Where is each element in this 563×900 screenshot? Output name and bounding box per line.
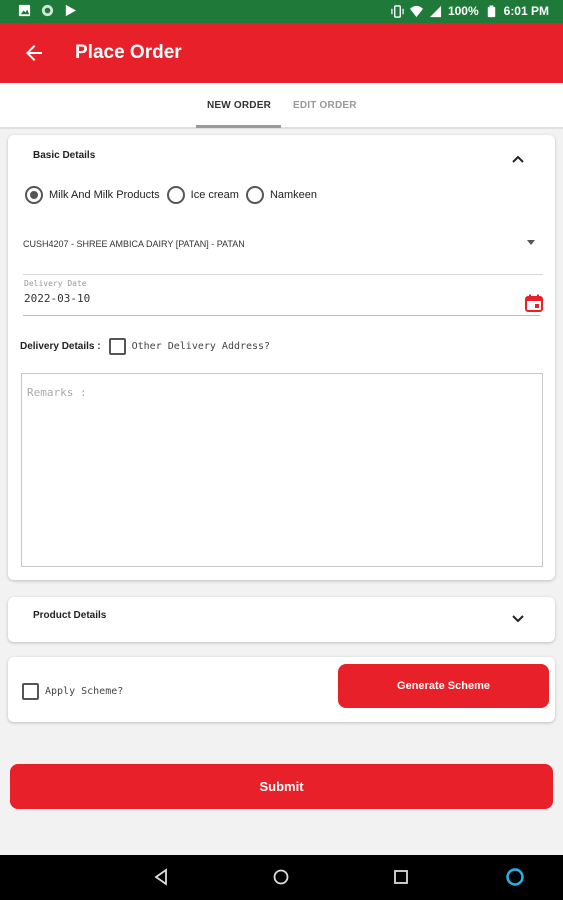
nav-recents-icon[interactable]: [392, 868, 410, 886]
nav-back-icon[interactable]: [152, 868, 170, 886]
chevron-up-icon[interactable]: [511, 152, 525, 166]
product-details-card[interactable]: Product Details: [8, 597, 555, 642]
tab-new-order[interactable]: NEW ORDER: [207, 100, 271, 111]
system-nav-bar: [0, 855, 563, 900]
apply-scheme-label[interactable]: Apply Scheme?: [45, 686, 123, 697]
product-details-title[interactable]: Product Details: [33, 610, 106, 621]
radio-ice-cream[interactable]: Ice cream: [166, 186, 239, 204]
radio-button[interactable]: [166, 186, 185, 204]
basic-details-title[interactable]: Basic Details: [33, 150, 95, 161]
radio-label: Ice cream: [190, 189, 239, 201]
status-bar: 100% 6:01 PM: [0, 0, 563, 23]
other-address-checkbox[interactable]: [108, 338, 126, 355]
wifi-icon: [409, 5, 423, 17]
back-arrow-icon[interactable]: [22, 41, 46, 65]
radio-button-checked[interactable]: [25, 186, 43, 204]
gallery-notification-icon: [18, 4, 31, 17]
signal-icon: [429, 5, 442, 17]
calendar-icon[interactable]: [524, 293, 544, 313]
basic-details-card: Basic Details Milk And Milk Products Ice…: [8, 135, 555, 580]
delivery-date-label: Delivery Date: [24, 279, 87, 288]
nav-home-icon[interactable]: [272, 868, 290, 886]
chevron-down-icon[interactable]: [511, 612, 525, 626]
battery-percent: 100%: [447, 4, 479, 18]
delivery-details-label: Delivery Details :: [20, 341, 101, 352]
play-store-notification-icon: [65, 4, 77, 17]
submit-button[interactable]: Submit: [10, 764, 553, 809]
radio-label: Milk And Milk Products: [49, 189, 160, 201]
remarks-textarea[interactable]: Remarks :: [21, 373, 543, 567]
radio-button[interactable]: [245, 186, 264, 204]
customer-selected-value: CUSH4207 - SHREE AMBICA DAIRY [PATAN] - …: [23, 239, 245, 249]
generate-scheme-button[interactable]: Generate Scheme: [338, 664, 549, 708]
battery-icon: [487, 4, 495, 17]
delivery-date-field[interactable]: Delivery Date 2022-03-10: [23, 278, 543, 316]
clock-time: 6:01 PM: [503, 4, 549, 18]
category-radio-group: Milk And Milk Products Ice cream Namkeen: [25, 186, 324, 204]
app-bar: Place Order: [0, 23, 563, 83]
sync-notification-icon: [41, 4, 54, 17]
assistant-icon[interactable]: [505, 867, 525, 887]
other-address-label[interactable]: Other Delivery Address?: [132, 341, 270, 352]
page-title: Place Order: [75, 42, 182, 63]
tab-bar: NEW ORDER EDIT ORDER: [0, 83, 563, 129]
dropdown-arrow-icon: [527, 240, 535, 245]
tab-edit-order[interactable]: EDIT ORDER: [293, 100, 357, 111]
apply-scheme-checkbox[interactable]: [22, 683, 39, 700]
delivery-date-value[interactable]: 2022-03-10: [24, 292, 90, 305]
apply-scheme-row: Apply Scheme?: [22, 683, 123, 700]
radio-namkeen[interactable]: Namkeen: [245, 186, 318, 204]
vibrate-icon: [391, 4, 404, 18]
customer-dropdown[interactable]: CUSH4207 - SHREE AMBICA DAIRY [PATAN] - …: [23, 233, 543, 275]
radio-milk-products[interactable]: Milk And Milk Products: [25, 186, 160, 204]
delivery-details-row: Delivery Details : Other Delivery Addres…: [20, 338, 270, 355]
remarks-placeholder: Remarks :: [27, 386, 87, 399]
active-tab-indicator: [196, 125, 281, 128]
radio-label: Namkeen: [269, 189, 318, 201]
scheme-card: Apply Scheme? Generate Scheme: [8, 657, 555, 722]
